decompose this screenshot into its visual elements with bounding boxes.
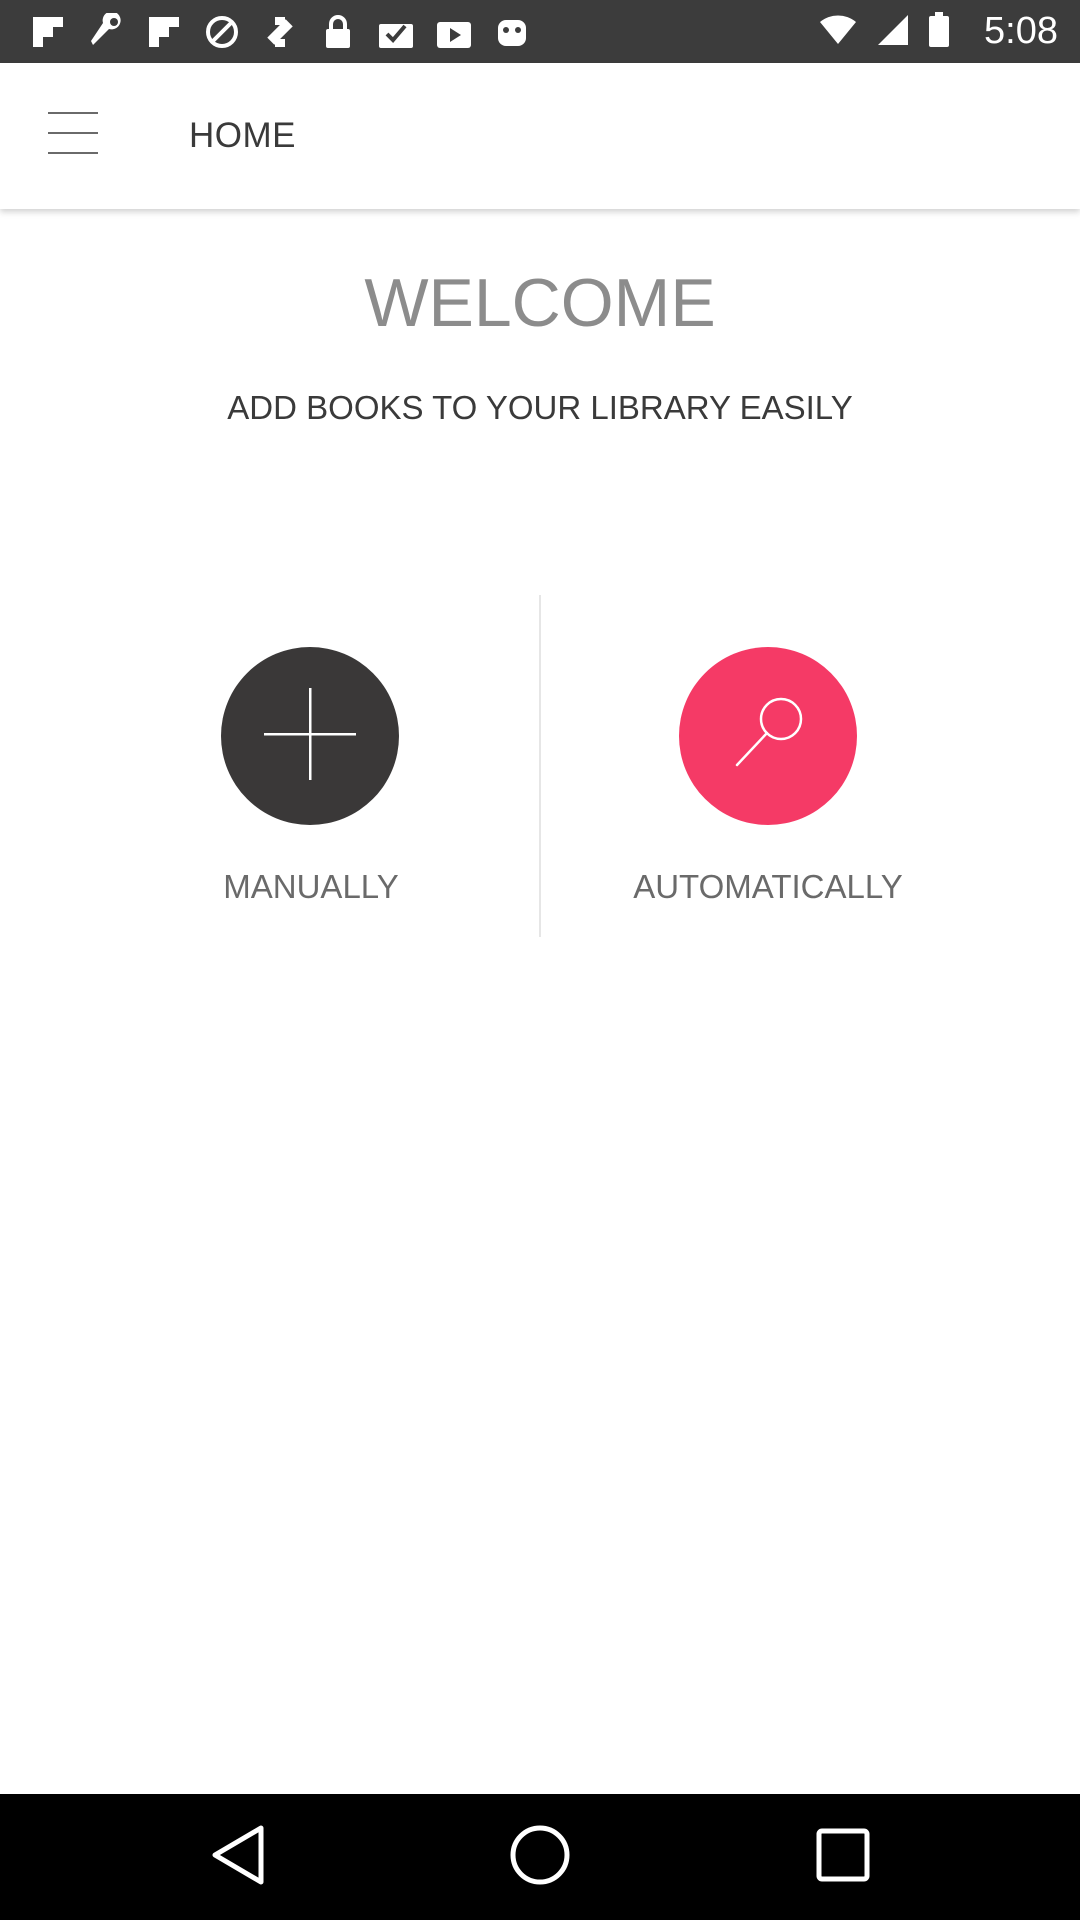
plus-icon — [262, 686, 358, 787]
system-status-icons — [818, 10, 950, 54]
app-toolbar: HOME — [0, 63, 1080, 209]
flipboard-icon — [142, 10, 186, 54]
wifi-icon — [818, 14, 858, 51]
home-button[interactable] — [505, 1822, 575, 1892]
android-icon — [490, 10, 534, 54]
hamburger-menu-icon — [48, 108, 98, 163]
battery-icon — [928, 11, 950, 53]
recent-apps-button[interactable] — [808, 1822, 878, 1892]
status-time: 5:08 — [984, 10, 1058, 52]
magnifier-icon — [723, 689, 813, 784]
screen: 5:08 HOME WELCOME ADD BOOKS TO YOUR LIBR… — [0, 0, 1080, 1920]
navigation-bar — [0, 1794, 1080, 1920]
play-store-icon — [432, 10, 476, 54]
lock-icon — [316, 10, 360, 54]
notification-icons — [26, 10, 534, 54]
home-icon — [508, 1823, 572, 1892]
manually-label: MANUALLY — [223, 868, 399, 905]
manually-option[interactable]: MANUALLY — [0, 595, 540, 937]
clipboard-check-icon — [374, 10, 418, 54]
status-bar: 5:08 — [0, 0, 1080, 63]
signal-icon — [876, 13, 910, 52]
fake-gps-icon — [258, 10, 302, 54]
welcome-heading: WELCOME — [364, 265, 716, 341]
manually-button[interactable] — [221, 647, 399, 825]
automatically-option[interactable]: AUTOMATICALLY — [541, 595, 1080, 937]
recent-apps-icon — [815, 1827, 871, 1888]
block-icon — [200, 10, 244, 54]
wrench-icon — [84, 10, 128, 54]
menu-button[interactable] — [36, 98, 110, 172]
welcome-subtitle: ADD BOOKS TO YOUR LIBRARY EASILY — [227, 389, 853, 426]
back-icon — [211, 1824, 265, 1891]
page-title: HOME — [189, 116, 296, 155]
back-button[interactable] — [203, 1822, 273, 1892]
automatically-button[interactable] — [679, 647, 857, 825]
flipboard-icon — [26, 10, 70, 54]
automatically-label: AUTOMATICALLY — [633, 868, 903, 905]
add-book-options: MANUALLY AUTOMATICALLY — [0, 595, 1080, 937]
